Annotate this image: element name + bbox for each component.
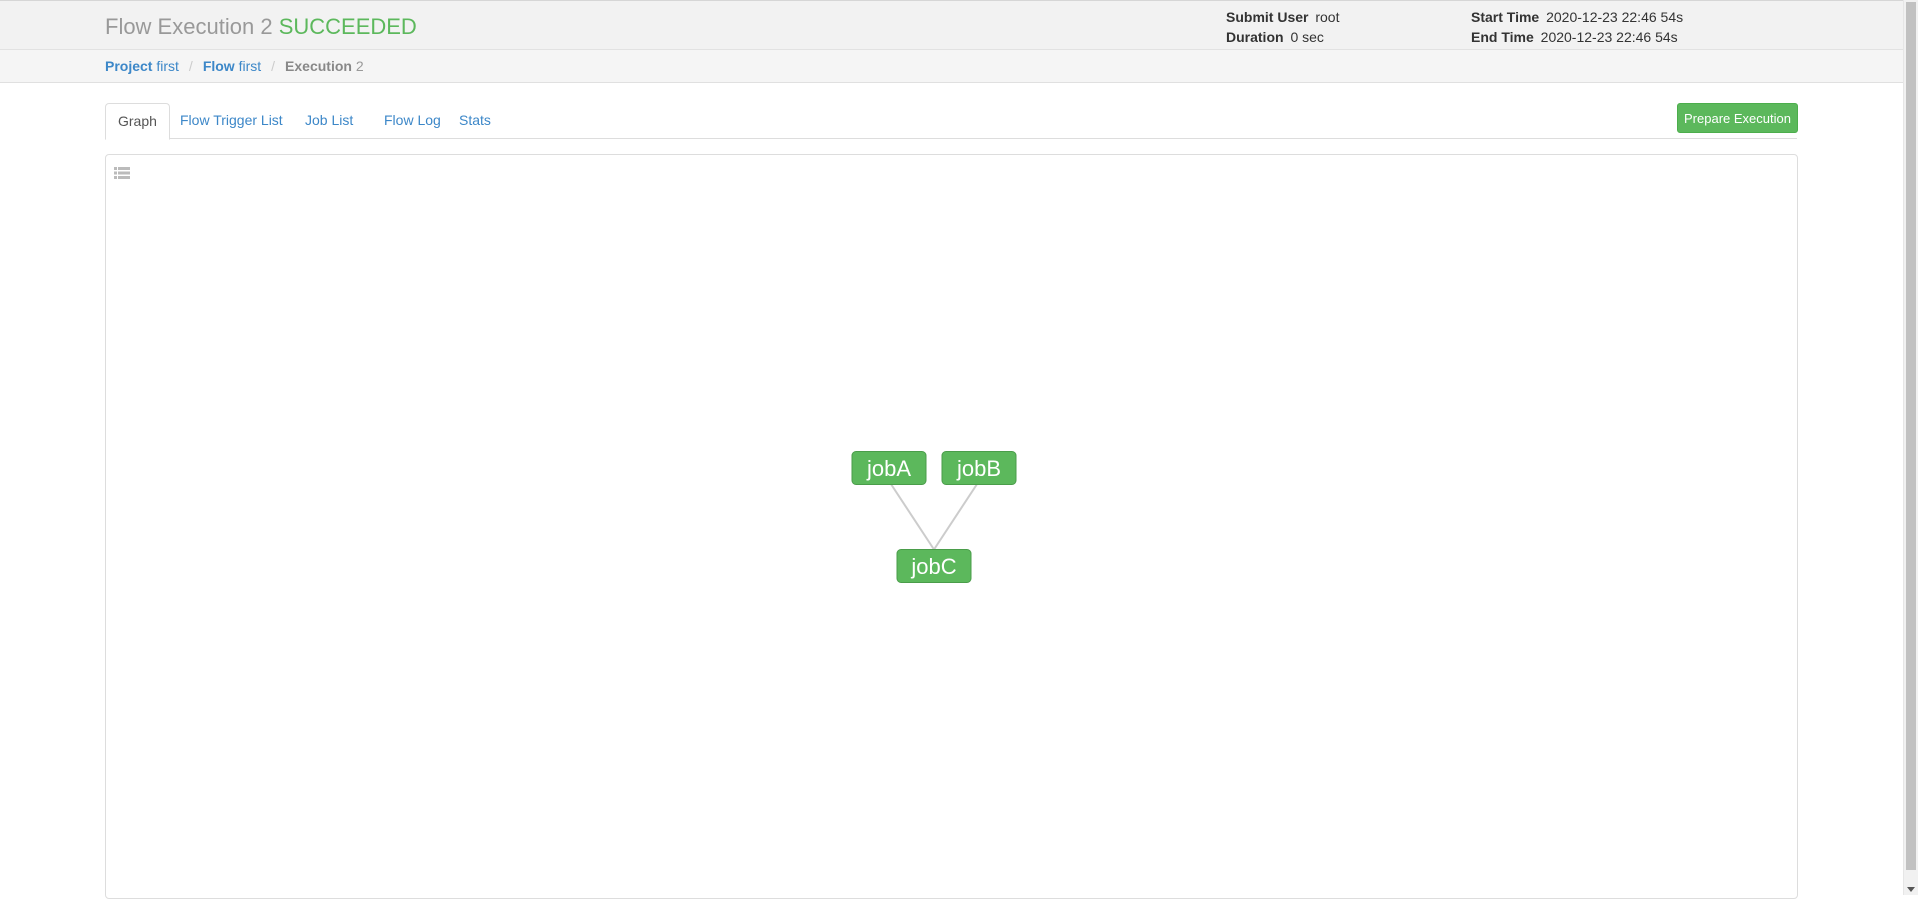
graph-node-jobB[interactable]: jobB (941, 451, 1017, 485)
scrollbar-thumb[interactable] (1906, 2, 1916, 870)
page-header: Flow Execution 2 SUCCEEDED Submit User r… (0, 0, 1903, 50)
breadcrumb-execution-id: 2 (355, 58, 364, 74)
tab-flow-trigger-list[interactable]: Flow Trigger List (168, 103, 295, 139)
tab-stats[interactable]: Stats (447, 103, 503, 139)
title-prefix: Flow Execution (105, 14, 255, 39)
status-badge: SUCCEEDED (278, 14, 417, 39)
graph-node-label: jobB (956, 456, 1001, 481)
breadcrumb-project-name: first (156, 58, 179, 74)
duration-label: Duration (1226, 29, 1284, 45)
page-title: Flow Execution 2 SUCCEEDED (105, 14, 417, 40)
tab-graph[interactable]: Graph (105, 103, 170, 140)
breadcrumb-flow[interactable]: Flow first (203, 58, 261, 74)
graph-edge-jobB-jobC (933, 483, 978, 551)
breadcrumb: Project first / Flow first / Execution 2 (105, 58, 364, 74)
submit-user-value: root (1315, 9, 1340, 25)
breadcrumb-flow-label: Flow (202, 58, 235, 74)
start-time-label: Start Time (1471, 9, 1540, 25)
breadcrumb-separator: / (271, 58, 276, 74)
graph-node-jobC[interactable]: jobC (896, 549, 972, 583)
end-time-value: 2020-12-23 22:46 54s (1540, 29, 1678, 45)
tab-bar: Graph Flow Trigger List Job List Flow Lo… (105, 103, 1797, 140)
tab-flow-log[interactable]: Flow Log (372, 103, 453, 139)
breadcrumb-execution-label: Execution (285, 58, 352, 74)
flow-graph[interactable]: jobA jobB jobC (106, 155, 1797, 898)
breadcrumb-execution: Execution 2 (285, 58, 364, 74)
duration-value: 0 sec (1290, 29, 1324, 45)
end-time-info: End Time 2020-12-23 22:46 54s (1471, 27, 1678, 47)
graph-node-jobA[interactable]: jobA (851, 451, 927, 485)
execution-id: 2 (260, 14, 273, 39)
graph-node-label: jobC (910, 554, 956, 579)
duration-info: Duration 0 sec (1226, 27, 1324, 47)
tab-job-list[interactable]: Job List (293, 103, 365, 139)
graph-edge-jobA-jobC (890, 483, 935, 551)
scroll-down-arrow-icon[interactable] (1907, 887, 1915, 892)
submit-user-label: Submit User (1226, 9, 1309, 25)
breadcrumb-project[interactable]: Project first (105, 58, 179, 74)
end-time-label: End Time (1471, 29, 1534, 45)
submit-user-info: Submit User root (1226, 7, 1339, 27)
start-time-info: Start Time 2020-12-23 22:46 54s (1471, 7, 1683, 27)
breadcrumb-bar: Project first / Flow first / Execution 2 (0, 50, 1903, 83)
start-time-value: 2020-12-23 22:46 54s (1546, 9, 1684, 25)
graph-panel[interactable]: jobA jobB jobC (105, 154, 1798, 899)
breadcrumb-separator: / (188, 58, 193, 74)
prepare-execution-button[interactable]: Prepare Execution (1677, 103, 1798, 133)
breadcrumb-project-label: Project (105, 58, 153, 74)
vertical-scrollbar[interactable] (1903, 0, 1918, 895)
breadcrumb-flow-name: first (238, 58, 262, 74)
graph-node-label: jobA (866, 456, 911, 481)
